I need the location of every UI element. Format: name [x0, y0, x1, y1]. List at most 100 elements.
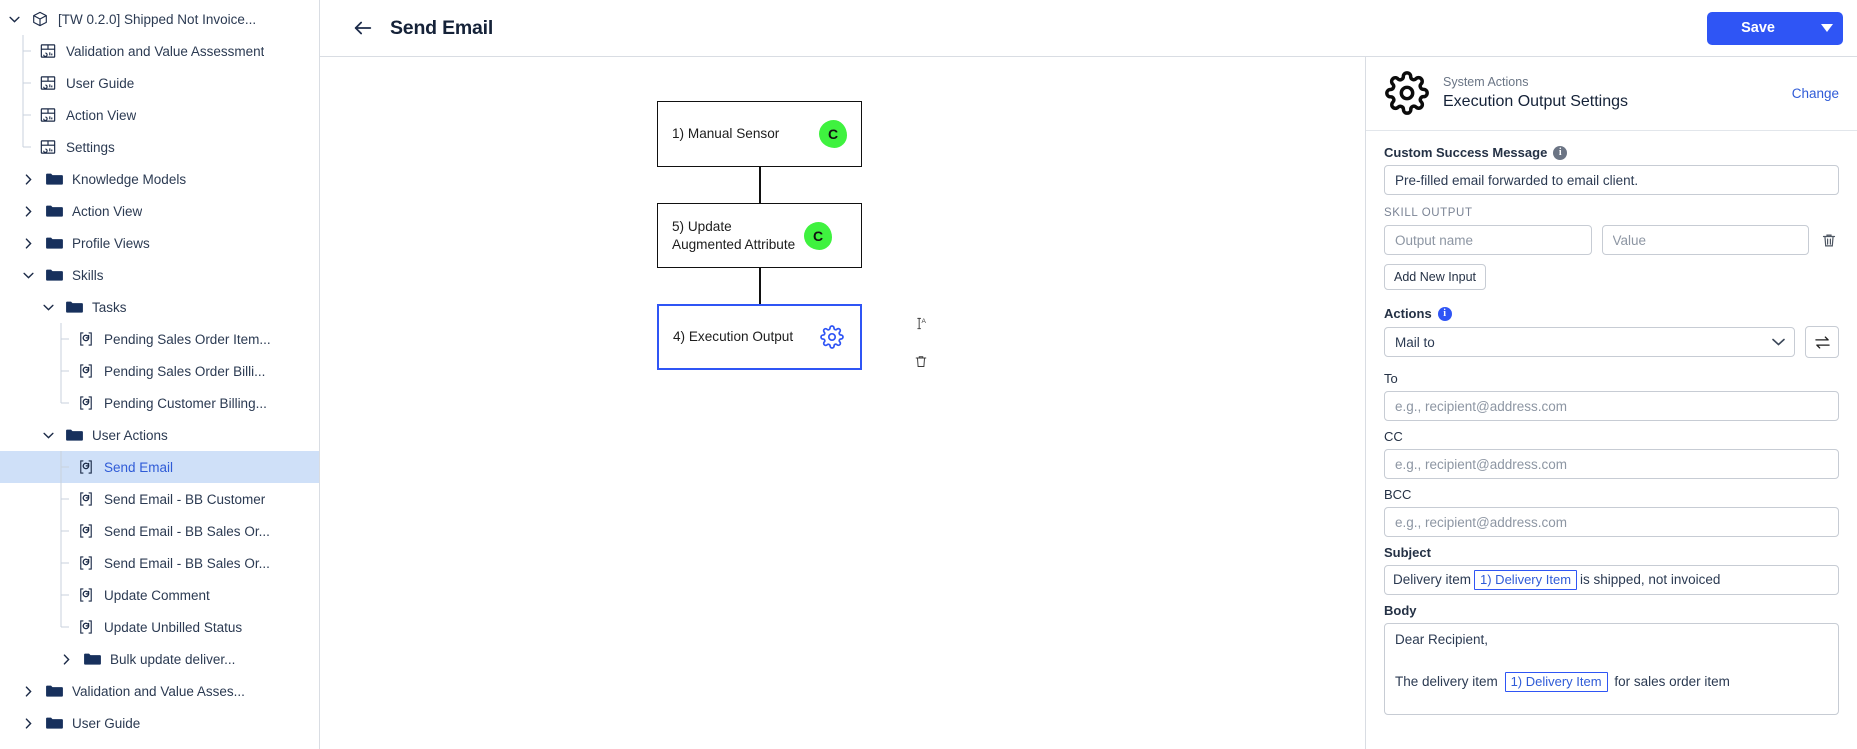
add-new-input-button[interactable]: Add New Input	[1384, 264, 1486, 290]
bcc-input[interactable]	[1384, 507, 1839, 537]
custom-success-message-input[interactable]	[1384, 165, 1839, 195]
sidebar-item-user-guide[interactable]: User Guide	[0, 707, 319, 739]
sidebar-item-action-view[interactable]: Action View	[0, 99, 319, 131]
subject-input[interactable]: Delivery item 1) Delivery Item is shippe…	[1384, 565, 1839, 595]
sidebar-item-action-view[interactable]: Action View	[0, 195, 319, 227]
sidebar-item-update-comment[interactable]: Update Comment	[0, 579, 319, 611]
sidebar-item-validation-and-value-asses[interactable]: Validation and Value Asses...	[0, 675, 319, 707]
gear-icon[interactable]	[818, 323, 846, 351]
chevron-down-icon[interactable]	[40, 299, 56, 315]
sidebar-item-label: Action View	[72, 203, 143, 219]
sidebar-item-knowledge-models[interactable]: Knowledge Models	[0, 163, 319, 195]
trash-icon[interactable]	[1819, 232, 1839, 249]
tree-branch-line	[58, 483, 74, 515]
chevron-down-icon[interactable]	[40, 427, 56, 443]
actions-select[interactable]	[1384, 327, 1795, 357]
chevron-right-icon[interactable]	[20, 203, 36, 219]
sidebar-item-profile-views[interactable]: Profile Views	[0, 227, 319, 259]
skill-icon	[76, 522, 95, 541]
change-link[interactable]: Change	[1792, 86, 1839, 101]
sidebar-item-update-unbilled-status[interactable]: Update Unbilled Status	[0, 611, 319, 643]
sidebar-item-skills[interactable]: Skills	[0, 259, 319, 291]
subject-label: Subject	[1384, 545, 1431, 560]
flow-node-update-augmented-attribute[interactable]: 5) Update Augmented Attribute C	[657, 203, 862, 268]
body-editor[interactable]: Dear Recipient, The delivery item 1) Del…	[1384, 623, 1839, 715]
sidebar-item-bulk-update-deliver[interactable]: Bulk update deliver...	[0, 643, 319, 675]
chevron-right-icon[interactable]	[58, 651, 74, 667]
tree-branch-line	[58, 579, 74, 611]
sidebar-item-tasks[interactable]: Tasks	[0, 291, 319, 323]
app-root: [TW 0.2.0] Shipped Not Invoice... Validat…	[0, 0, 1857, 749]
sidebar-item-send-email-bb-sales-or[interactable]: Send Email - BB Sales Or...	[0, 547, 319, 579]
sidebar-tree[interactable]: [TW 0.2.0] Shipped Not Invoice... Validat…	[0, 0, 320, 749]
page-title: Send Email	[390, 16, 494, 39]
bcc-label: BCC	[1384, 487, 1412, 502]
chevron-right-icon[interactable]	[20, 683, 36, 699]
sidebar-item-send-email-bb-sales-or[interactable]: Send Email - BB Sales Or...	[0, 515, 319, 547]
sidebar-item-label: Validation and Value Assessment	[66, 43, 265, 59]
folder-icon	[44, 202, 63, 221]
table-view-icon	[38, 74, 57, 93]
flow-node-execution-output[interactable]: 4) Execution Output A	[657, 304, 927, 370]
body-line-blank	[1395, 651, 1828, 672]
body-line-2-prefix: The delivery item	[1395, 673, 1498, 689]
body-line-2: The delivery item 1) Delivery Item for s…	[1395, 671, 1828, 693]
svg-text:A: A	[921, 318, 926, 325]
skill-icon	[76, 330, 95, 349]
skill-icon	[76, 586, 95, 605]
chevron-right-icon[interactable]	[20, 235, 36, 251]
label-text: Custom Success Message	[1384, 145, 1548, 160]
to-label: To	[1384, 371, 1398, 386]
info-icon[interactable]: i	[1437, 306, 1452, 321]
sidebar-item-user-actions[interactable]: User Actions	[0, 419, 319, 451]
skill-output-caption: SKILL OUTPUT	[1384, 207, 1473, 219]
folder-icon	[44, 266, 63, 285]
flow-canvas[interactable]: 1) Manual Sensor C 5) Update Augmented A…	[320, 57, 1365, 749]
chevron-right-icon[interactable]	[20, 171, 36, 187]
gear-icon	[1384, 70, 1430, 116]
label-text: Actions	[1384, 306, 1432, 321]
sidebar-item-label: Send Email	[104, 459, 174, 475]
save-dropdown-caret-button[interactable]	[1809, 11, 1843, 45]
arrow-left-icon[interactable]	[348, 13, 378, 43]
save-button[interactable]: Save	[1707, 11, 1809, 45]
output-name-input[interactable]	[1384, 225, 1592, 255]
flow-node-label: 4) Execution Output	[673, 329, 794, 345]
flow-node-label: 1) Manual Sensor	[672, 126, 780, 142]
settings-panel: System Actions Execution Output Settings…	[1365, 57, 1857, 749]
delete-trash-icon[interactable]	[913, 352, 929, 370]
sidebar-item-validation-and-value-assessment[interactable]: Validation and Value Assessment	[0, 35, 319, 67]
sidebar-item-pending-sales-order-item[interactable]: Pending Sales Order Item...	[0, 323, 319, 355]
custom-success-message-label: Custom Success Message i	[1384, 145, 1839, 160]
sidebar-item-label: [TW 0.2.0] Shipped Not Invoice...	[58, 11, 257, 27]
sidebar-item-label: Tasks	[92, 299, 127, 315]
chevron-right-icon[interactable]	[20, 715, 36, 731]
body-token[interactable]: 1) Delivery Item	[1504, 671, 1608, 692]
flow-edge	[758, 268, 761, 304]
rename-text-icon[interactable]: A	[913, 314, 929, 332]
sidebar-item-pending-sales-order-billi[interactable]: Pending Sales Order Billi...	[0, 355, 319, 387]
flow-node-manual-sensor[interactable]: 1) Manual Sensor C	[657, 101, 862, 167]
info-icon[interactable]: i	[1553, 145, 1568, 160]
table-view-icon	[38, 138, 57, 157]
folder-icon	[44, 714, 63, 733]
to-input[interactable]	[1384, 391, 1839, 421]
tree-branch-line	[58, 515, 74, 547]
main-region: Send Email Save 1) Manual Sensor C 5) Up…	[320, 0, 1857, 749]
sidebar-item-pending-customer-billing[interactable]: Pending Customer Billing...	[0, 387, 319, 419]
output-value-input[interactable]	[1601, 225, 1809, 255]
chevron-down-icon[interactable]	[6, 11, 22, 27]
top-toolbar: Send Email Save	[320, 0, 1857, 57]
cc-input[interactable]	[1384, 449, 1839, 479]
sidebar-item-label: Validation and Value Asses...	[72, 683, 245, 699]
swap-arrows-icon[interactable]	[1805, 326, 1839, 358]
sidebar-item-send-email-bb-customer[interactable]: Send Email - BB Customer	[0, 483, 319, 515]
sidebar-item-send-email[interactable]: Send Email	[0, 451, 319, 483]
sidebar-item-tw-0-2-0-shipped-not-invoice[interactable]: [TW 0.2.0] Shipped Not Invoice...	[0, 3, 319, 35]
chevron-down-icon[interactable]	[20, 267, 36, 283]
body-label: Body	[1384, 603, 1417, 618]
sidebar-item-user-guide[interactable]: User Guide	[0, 67, 319, 99]
folder-icon	[44, 234, 63, 253]
subject-token[interactable]: 1) Delivery Item	[1474, 570, 1578, 590]
sidebar-item-settings[interactable]: Settings	[0, 131, 319, 163]
